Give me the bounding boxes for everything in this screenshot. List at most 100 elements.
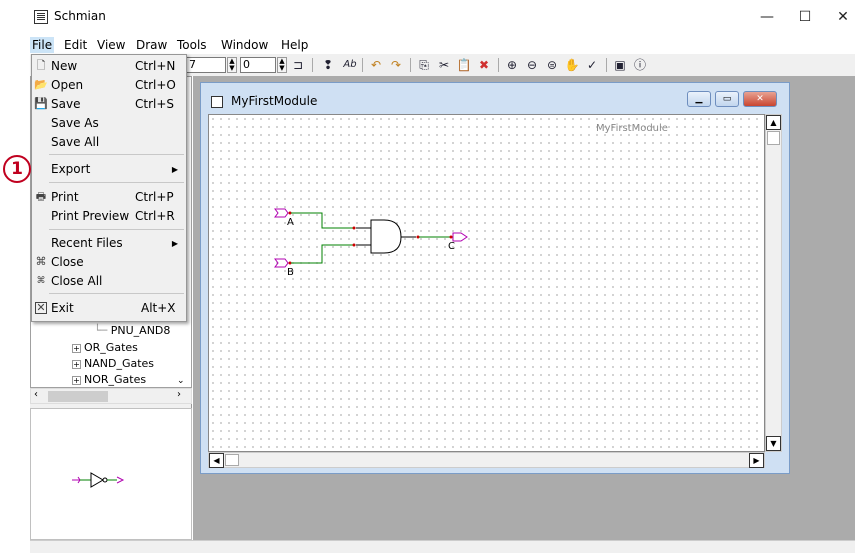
menu-shortcut: Alt+X bbox=[141, 301, 176, 315]
expand-icon[interactable]: + bbox=[72, 343, 81, 353]
child-close-button[interactable]: ✕ bbox=[743, 91, 777, 107]
redo-icon[interactable]: ↷ bbox=[388, 57, 404, 73]
menu-print[interactable]: 🖶 Print Ctrl+P bbox=[32, 188, 186, 207]
output-port-c[interactable] bbox=[449, 232, 468, 242]
scrollbar-thumb[interactable] bbox=[225, 454, 239, 466]
cut-icon[interactable]: ✂ bbox=[436, 57, 452, 73]
expand-icon[interactable]: + bbox=[72, 375, 81, 385]
expand-icon[interactable]: + bbox=[72, 359, 81, 369]
menu-exit[interactable]: ✕ Exit Alt+X bbox=[32, 299, 186, 318]
copy-icon[interactable]: ⎘ bbox=[416, 57, 432, 73]
menu-tools[interactable]: Tools bbox=[175, 37, 209, 53]
scroll-down-icon[interactable]: ▼ bbox=[766, 436, 781, 451]
scroll-right-icon[interactable]: ▶ bbox=[749, 453, 764, 468]
menu-separator bbox=[49, 182, 184, 183]
close-button[interactable]: ✕ bbox=[828, 6, 855, 28]
tree-item-label: OR_Gates bbox=[84, 341, 138, 354]
menu-separator bbox=[49, 154, 184, 155]
status-bar bbox=[30, 540, 855, 553]
toolbar-separator bbox=[498, 58, 499, 72]
tree-item-label: NAND_Gates bbox=[84, 357, 155, 370]
align-icon[interactable]: ⊐ bbox=[290, 57, 306, 73]
canvas-vertical-scrollbar[interactable]: ▲ ▼ bbox=[765, 114, 782, 452]
app-icon bbox=[34, 10, 48, 24]
undo-icon[interactable]: ↶ bbox=[368, 57, 384, 73]
toolbar-separator bbox=[410, 58, 411, 72]
tree-item-label: NOR_Gates bbox=[84, 373, 147, 386]
menu-save[interactable]: 💾 Save Ctrl+S bbox=[32, 95, 186, 114]
menu-save-all[interactable]: Save All bbox=[32, 133, 186, 152]
scroll-left-icon[interactable]: ‹ bbox=[34, 389, 38, 400]
width-field[interactable]: 7 bbox=[186, 57, 226, 73]
child-minimize-button[interactable]: ▁ bbox=[687, 91, 711, 107]
zoom-in-icon[interactable]: ⊕ bbox=[504, 57, 520, 73]
paste-icon[interactable]: 📋 bbox=[456, 57, 472, 73]
menu-file[interactable]: File bbox=[30, 37, 55, 53]
menu-window[interactable]: Window bbox=[219, 37, 270, 53]
tree-item[interactable]: └─ PNU_AND8 bbox=[94, 324, 170, 337]
width-spinner[interactable]: ▲ ▼ bbox=[227, 57, 237, 73]
maximize-button[interactable]: ☐ bbox=[790, 6, 820, 28]
menu-recent-files[interactable]: Recent Files ▶ bbox=[32, 234, 186, 253]
offset-field[interactable]: 0 bbox=[240, 57, 276, 73]
menu-label: Print bbox=[51, 190, 79, 204]
check-icon[interactable]: ✓ bbox=[584, 57, 600, 73]
menu-separator bbox=[49, 229, 184, 230]
pin-label-c: C bbox=[448, 241, 455, 252]
menu-close-all[interactable]: ⌘ Close All bbox=[32, 272, 186, 291]
menu-view[interactable]: View bbox=[95, 37, 127, 53]
menu-open[interactable]: 📂 Open Ctrl+O bbox=[32, 76, 186, 95]
document-icon bbox=[211, 96, 223, 108]
wire-a[interactable] bbox=[291, 212, 354, 229]
about-icon[interactable]: ⓘ bbox=[632, 57, 648, 73]
schematic-canvas[interactable]: MyFirstModule A B C bbox=[208, 114, 765, 452]
menu-edit[interactable]: Edit bbox=[62, 37, 89, 53]
toolbar-separator bbox=[606, 58, 607, 72]
toolbar-separator bbox=[362, 58, 363, 72]
tree-connector: └─ bbox=[94, 324, 111, 337]
pan-hand-icon[interactable]: ✋ bbox=[564, 57, 580, 73]
scrollbar-thumb[interactable] bbox=[48, 391, 108, 402]
zoom-fit-icon[interactable]: ⊜ bbox=[544, 57, 560, 73]
minimize-button[interactable]: — bbox=[752, 6, 782, 28]
scroll-up-icon[interactable]: ▲ bbox=[766, 115, 781, 130]
child-maximize-button[interactable]: ▭ bbox=[715, 91, 739, 107]
scroll-left-icon[interactable]: ◀ bbox=[209, 453, 224, 468]
menu-new[interactable]: 🗋 New Ctrl+N bbox=[32, 57, 186, 76]
menu-export[interactable]: Export ▶ bbox=[32, 160, 186, 179]
menu-close[interactable]: ⌘ Close bbox=[32, 253, 186, 272]
annotation-number-badge: 1 bbox=[3, 155, 31, 183]
menu-draw[interactable]: Draw bbox=[134, 37, 169, 53]
scrollbar-thumb[interactable] bbox=[767, 131, 780, 145]
wire-b[interactable] bbox=[291, 244, 354, 264]
menu-shortcut: Ctrl+P bbox=[135, 190, 174, 204]
component-icon[interactable]: ▣ bbox=[612, 57, 628, 73]
save-disk-icon: 💾 bbox=[34, 97, 48, 110]
tree-item[interactable]: + OR_Gates bbox=[72, 341, 138, 354]
zoom-out-icon[interactable]: ⊖ bbox=[524, 57, 540, 73]
inverter-symbol-icon bbox=[72, 472, 125, 488]
and-gate[interactable] bbox=[352, 219, 420, 254]
menu-help[interactable]: Help bbox=[279, 37, 310, 53]
canvas-horizontal-scrollbar[interactable]: ◀ ▶ bbox=[208, 452, 765, 468]
input-port-b[interactable] bbox=[274, 258, 292, 268]
schematic-window-title: MyFirstModule bbox=[231, 94, 318, 108]
text-icon[interactable]: Ab bbox=[342, 57, 358, 73]
menu-label: New bbox=[51, 59, 78, 73]
tree-horizontal-scrollbar[interactable]: ‹ › bbox=[30, 388, 192, 404]
delete-icon[interactable]: ✖ bbox=[476, 57, 492, 73]
tree-item[interactable]: + NAND_Gates bbox=[72, 357, 154, 370]
scroll-right-icon[interactable]: › bbox=[177, 389, 181, 400]
menu-print-preview[interactable]: Print Preview Ctrl+R bbox=[32, 207, 186, 226]
scroll-down-icon[interactable]: ⌄ bbox=[177, 376, 185, 386]
input-port-a[interactable] bbox=[274, 208, 292, 218]
menu-label: Save All bbox=[51, 135, 100, 149]
schematic-window: MyFirstModule ▁ ▭ ✕ MyFirstModule A B C … bbox=[200, 82, 790, 474]
menu-shortcut: Ctrl+N bbox=[135, 59, 176, 73]
menu-bar: File Edit View Draw Tools Window Help bbox=[30, 36, 855, 54]
menu-save-as[interactable]: Save As bbox=[32, 114, 186, 133]
open-folder-icon: 📂 bbox=[34, 78, 48, 91]
tree-item[interactable]: + NOR_Gates bbox=[72, 373, 146, 386]
offset-spinner[interactable]: ▲ ▼ bbox=[277, 57, 287, 73]
pin-icon[interactable]: ❢ bbox=[320, 57, 336, 73]
